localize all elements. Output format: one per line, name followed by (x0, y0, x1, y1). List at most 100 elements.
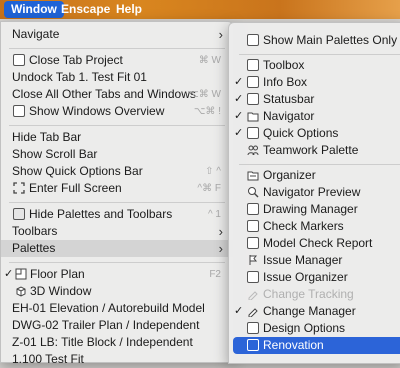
menu-item-label: Issue Manager (263, 253, 343, 267)
submenu-item-quick-options[interactable]: ✓ Quick Options (229, 125, 400, 142)
submenu-item-teamwork-palette[interactable]: Teamwork Palette (229, 142, 400, 159)
floor-plan-icon (15, 268, 27, 280)
renovation-icon (247, 339, 259, 351)
submenu-item-change-tracking[interactable]: Change Tracking (229, 286, 400, 303)
menu-item-hide-tab-bar[interactable]: Hide Tab Bar (1, 129, 233, 146)
design-options-icon (247, 322, 259, 334)
menu-item-label: Change Tracking (263, 287, 354, 301)
submenu-item-drawing-manager[interactable]: Drawing Manager (229, 201, 400, 218)
checkmark-icon: ✓ (234, 127, 244, 139)
menu-item-floor-plan[interactable]: ✓ Floor Plan F2 (1, 266, 233, 283)
change-manager-icon (247, 305, 259, 318)
menu-item-label: Info Box (263, 75, 308, 89)
submenu-item-statusbar[interactable]: ✓ Statusbar (229, 91, 400, 108)
full-screen-icon (13, 182, 25, 194)
submenu-item-organizer[interactable]: Organizer (229, 167, 400, 184)
menu-item-1100-test-fit[interactable]: 1.100 Test Fit (1, 351, 233, 368)
menu-item-navigate[interactable]: Navigate › (1, 26, 233, 43)
menu-item-label: Hide Tab Bar (12, 130, 82, 144)
submenu-item-renovation[interactable]: Renovation (233, 337, 400, 354)
menu-item-label: Close Tab Project (29, 53, 123, 67)
menu-item-label: Toolbars (12, 224, 58, 238)
menu-item-show-windows-overview[interactable]: Show Windows Overview ⌥⌘ ! (1, 103, 233, 120)
menu-item-show-quick-options-bar[interactable]: Show Quick Options Bar ⇧ ^ (1, 163, 233, 180)
main-palettes-icon (247, 34, 259, 46)
menu-item-hide-palettes-toolbars[interactable]: Hide Palettes and Toolbars ^ 1 (1, 206, 233, 223)
menu-item-label: Design Options (263, 321, 346, 335)
window-menu: Navigate › Close Tab Project ⌘ W Undock … (0, 21, 234, 366)
menu-item-eh01-elevation[interactable]: EH-01 Elevation / Autorebuild Model (1, 300, 233, 317)
menu-item-label: Quick Options (263, 126, 339, 140)
menu-item-label: Show Main Palettes Only (263, 33, 398, 47)
submenu-arrow-icon: › (218, 241, 223, 256)
checkmark-icon: ✓ (234, 110, 244, 122)
menu-item-close-all-other[interactable]: Close All Other Tabs and Windows ⌥⌘ W (1, 86, 233, 103)
drawing-manager-icon (247, 203, 259, 215)
issue-organizer-icon (247, 271, 259, 283)
submenu-item-issue-organizer[interactable]: Issue Organizer (229, 269, 400, 286)
menubar-enscape[interactable]: Enscape (54, 1, 117, 18)
check-markers-icon (247, 220, 259, 232)
menu-separator (9, 202, 225, 203)
flag-icon (247, 254, 259, 266)
change-tracking-icon (247, 288, 259, 301)
menu-shortcut: ⌥⌘ ! (193, 106, 221, 117)
menu-item-label: Statusbar (263, 92, 315, 106)
submenu-arrow-icon: › (218, 27, 223, 42)
menu-item-label: Organizer (263, 168, 316, 182)
menubar: Window Enscape Help (0, 0, 400, 19)
menu-item-label: Navigator (263, 109, 315, 123)
checkmark-icon: ✓ (234, 305, 244, 317)
palettes-submenu: Show Main Palettes Only Toolbox ✓ Info B… (228, 22, 400, 364)
submenu-item-info-box[interactable]: ✓ Info Box (229, 74, 400, 91)
menu-item-label: Show Scroll Bar (12, 147, 98, 161)
organizer-icon (247, 169, 259, 181)
menu-item-label: Hide Palettes and Toolbars (29, 207, 173, 221)
submenu-item-change-manager[interactable]: ✓ Change Manager (229, 303, 400, 320)
menu-item-label: Drawing Manager (263, 202, 358, 216)
menu-item-close-tab-project[interactable]: Close Tab Project ⌘ W (1, 52, 233, 69)
menubar-help[interactable]: Help (109, 1, 149, 18)
palettes-toolbars-icon (13, 208, 25, 220)
info-box-icon (247, 76, 259, 88)
menu-item-label: Toolbox (263, 58, 305, 72)
menu-item-label: Palettes (12, 241, 56, 255)
menu-shortcut: F2 (209, 269, 221, 280)
submenu-item-navigator[interactable]: ✓ Navigator (229, 108, 400, 125)
model-check-report-icon (247, 237, 259, 249)
menu-item-label: Show Windows Overview (29, 104, 165, 118)
submenu-item-toolbox[interactable]: Toolbox (229, 57, 400, 74)
menu-shortcut: ^ 1 (207, 209, 221, 220)
quick-options-icon (247, 127, 259, 139)
submenu-item-design-options[interactable]: Design Options (229, 320, 400, 337)
submenu-item-navigator-preview[interactable]: Navigator Preview (229, 184, 400, 201)
menu-item-label: Navigate (12, 27, 60, 41)
menu-item-label: 1.100 Test Fit (12, 352, 84, 366)
close-tab-icon (13, 54, 25, 66)
menu-item-label: Renovation (263, 338, 324, 352)
submenu-item-show-main-palettes[interactable]: Show Main Palettes Only (229, 32, 400, 49)
menu-item-label: Show Quick Options Bar (12, 164, 143, 178)
menu-item-label: Navigator Preview (263, 185, 361, 199)
menu-item-show-scroll-bar[interactable]: Show Scroll Bar (1, 146, 233, 163)
menu-item-palettes[interactable]: Palettes › (1, 240, 233, 257)
windows-overview-icon (13, 105, 25, 117)
menu-item-label: Issue Organizer (263, 270, 348, 284)
checkmark-icon: ✓ (4, 268, 14, 280)
menu-shortcut: ⌘ W (198, 55, 221, 66)
menu-separator (9, 48, 225, 49)
submenu-item-issue-manager[interactable]: Issue Manager (229, 252, 400, 269)
menu-shortcut: ^⌘ F (197, 183, 221, 194)
menu-item-enter-full-screen[interactable]: Enter Full Screen ^⌘ F (1, 180, 233, 197)
menu-item-3d-window[interactable]: 3D Window (1, 283, 233, 300)
menu-separator (239, 164, 400, 165)
submenu-item-model-check-report[interactable]: Model Check Report (229, 235, 400, 252)
submenu-item-check-markers[interactable]: Check Markers (229, 218, 400, 235)
menu-item-dwg02-trailer[interactable]: DWG-02 Trailer Plan / Independent (1, 317, 233, 334)
menu-item-z01-title-block[interactable]: Z-01 LB: Title Block / Independent (1, 334, 233, 351)
menu-item-undock-tab[interactable]: Undock Tab 1. Test Fit 01 (1, 69, 233, 86)
menu-item-toolbars[interactable]: Toolbars › (1, 223, 233, 240)
menu-item-label: Undock Tab 1. Test Fit 01 (12, 70, 147, 84)
menu-item-label: Check Markers (263, 219, 344, 233)
menu-item-label: Teamwork Palette (263, 143, 359, 157)
